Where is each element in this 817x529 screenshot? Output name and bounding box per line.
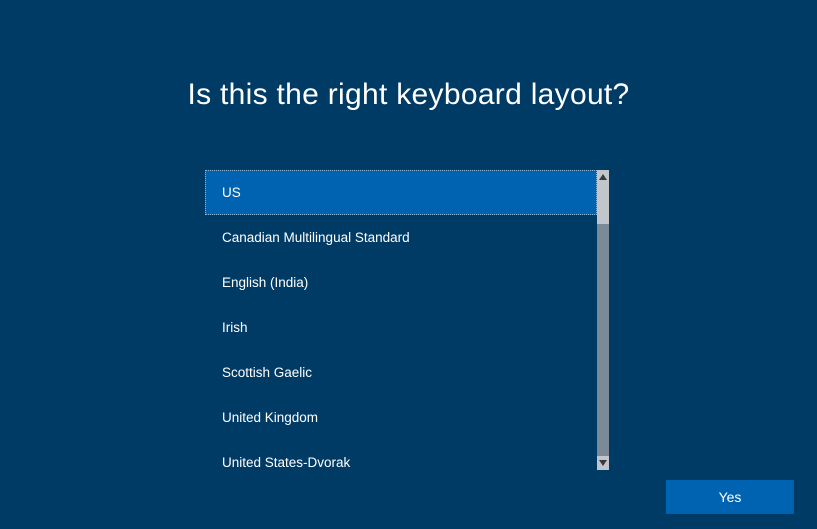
- list-item[interactable]: US: [205, 170, 597, 215]
- yes-button[interactable]: Yes: [666, 480, 794, 514]
- keyboard-layout-list-container: US Canadian Multilingual Standard Englis…: [205, 170, 609, 470]
- scrollbar-thumb[interactable]: [597, 184, 609, 224]
- list-item[interactable]: Scottish Gaelic: [205, 350, 597, 395]
- list-item[interactable]: Irish: [205, 305, 597, 350]
- list-item[interactable]: United Kingdom: [205, 395, 597, 440]
- scrollbar-up-arrow-icon[interactable]: [597, 170, 609, 184]
- keyboard-layout-list: US Canadian Multilingual Standard Englis…: [205, 170, 597, 470]
- scrollbar-down-arrow-icon[interactable]: [597, 456, 609, 470]
- list-item[interactable]: United States-Dvorak: [205, 440, 597, 470]
- scrollbar[interactable]: [597, 170, 609, 470]
- list-item[interactable]: Canadian Multilingual Standard: [205, 215, 597, 260]
- list-item[interactable]: English (India): [205, 260, 597, 305]
- page-title: Is this the right keyboard layout?: [0, 0, 817, 112]
